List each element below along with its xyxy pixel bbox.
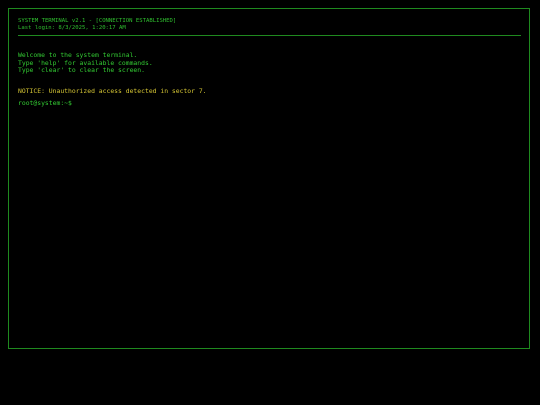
terminal-header: SYSTEM TERMINAL v2.1 - [CONNECTION ESTAB… <box>18 18 520 32</box>
command-line[interactable]: root@system:~$ <box>18 98 520 107</box>
terminal-output: Welcome to the system terminal. Type 'he… <box>18 51 520 75</box>
notice-message: NOTICE: Unauthorized access detected in … <box>18 87 207 95</box>
shell-prompt: root@system:~$ <box>18 98 72 107</box>
header-divider <box>18 35 521 36</box>
last-login-text: Last login: 8/3/2025, 1:20:17 AM <box>18 25 126 31</box>
terminal-window: SYSTEM TERMINAL v2.1 - [CONNECTION ESTAB… <box>8 8 530 349</box>
output-line: Type 'clear' to clear the screen. <box>18 66 145 74</box>
terminal-title: SYSTEM TERMINAL v2.1 - [CONNECTION ESTAB… <box>18 18 177 24</box>
command-input[interactable] <box>73 98 520 107</box>
